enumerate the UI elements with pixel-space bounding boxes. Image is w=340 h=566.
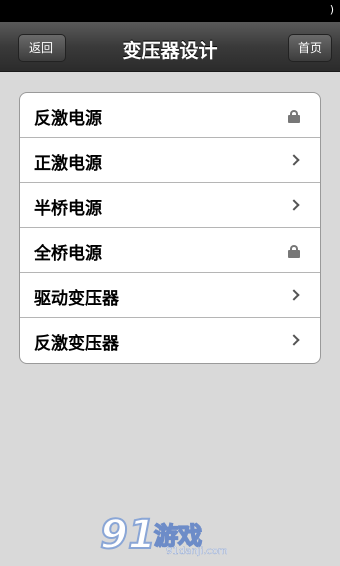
chevron-right-icon <box>288 334 300 346</box>
menu-list: 反激电源 正激电源 半桥电源 全桥电源 驱动变压器 反激变压器 <box>19 92 321 364</box>
watermark-number: 91 <box>99 511 157 559</box>
list-item-label: 全桥电源 <box>34 244 102 264</box>
status-glyph: ) <box>329 3 334 16</box>
list-item-label: 驱动变压器 <box>34 289 119 309</box>
list-item-label: 反激变压器 <box>34 334 119 354</box>
list-item-label: 反激电源 <box>34 109 102 129</box>
home-button[interactable]: 首页 <box>288 34 332 62</box>
list-item-half-bridge-power[interactable]: 半桥电源 <box>20 183 320 228</box>
lock-icon <box>288 245 300 258</box>
list-item-drive-transformer[interactable]: 驱动变压器 <box>20 273 320 318</box>
chevron-right-icon <box>288 289 300 301</box>
list-item-label: 半桥电源 <box>34 199 102 219</box>
list-item-label: 正激电源 <box>34 154 102 174</box>
watermark-url: 91danji.com <box>166 546 228 557</box>
status-bar: ) <box>0 0 340 22</box>
list-item-flyback-transformer[interactable]: 反激变压器 <box>20 318 320 363</box>
navigation-bar: 返回 变压器设计 首页 <box>0 22 340 72</box>
chevron-right-icon <box>288 199 300 211</box>
list-item-flyback-power[interactable]: 反激电源 <box>20 93 320 138</box>
list-item-full-bridge-power[interactable]: 全桥电源 <box>20 228 320 273</box>
back-button-label: 返回 <box>29 41 54 55</box>
lock-icon <box>288 110 300 123</box>
list-item-forward-power[interactable]: 正激电源 <box>20 138 320 183</box>
chevron-right-icon <box>288 154 300 166</box>
watermark-logo: 91 游戏 91danji.com <box>99 511 250 566</box>
